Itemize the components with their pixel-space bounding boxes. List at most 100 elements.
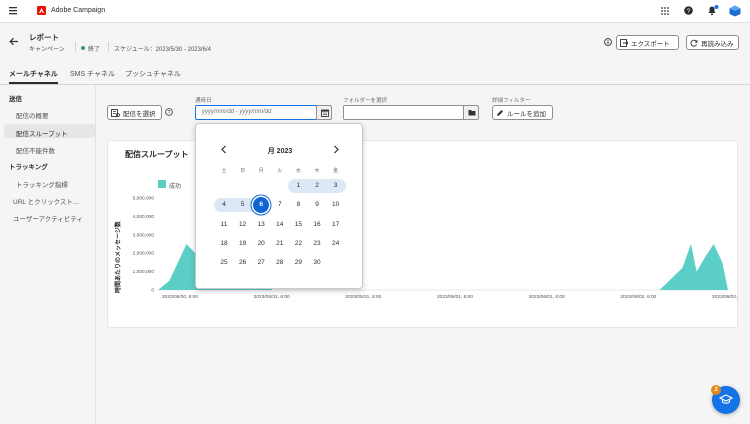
weekday-header: 水 (295, 168, 301, 174)
weekday-header: 木 (314, 168, 320, 174)
svg-text:?: ? (687, 8, 691, 15)
y-tick-label: 1,000,000 (133, 269, 155, 275)
tab-push-channel[interactable]: プッシュチャネル (125, 69, 181, 79)
export-button[interactable]: エクスポート (616, 35, 679, 50)
add-rule-button[interactable]: ルールを追加 (492, 105, 553, 120)
calendar-day[interactable]: 15 (289, 218, 307, 232)
calendar-day[interactable]: 27 (252, 256, 270, 270)
calendar-day[interactable]: 20 (252, 237, 270, 251)
sidebar-item-url-clickstream[interactable]: URL とクリックスト… (13, 196, 79, 206)
calendar-day[interactable]: 28 (271, 256, 289, 270)
hamburger-menu-icon[interactable] (9, 7, 18, 15)
y-tick-label: 2,000,000 (133, 251, 155, 257)
folder-input[interactable] (343, 105, 464, 120)
x-tick-label: 2023/06/02, 6:00 (620, 294, 656, 300)
info-icon[interactable] (604, 38, 612, 46)
weekday-header: 火 (277, 168, 283, 174)
x-tick-label: 2023/05/31, 6:00 (254, 294, 290, 300)
calendar-day[interactable]: 24 (327, 237, 345, 251)
weekday-header: 日 (240, 168, 246, 174)
calendar-day[interactable]: 18 (215, 237, 233, 251)
calendar-day[interactable]: 5 (234, 198, 252, 212)
svg-text:?: ? (168, 110, 171, 116)
sidebar-item-user-activity[interactable]: ユーザーアクティビティ (13, 213, 83, 223)
calendar-day[interactable]: 26 (234, 256, 252, 270)
app-name: Adobe Campaign (51, 7, 106, 14)
calendar-button[interactable] (316, 105, 332, 120)
calendar-day[interactable]: 1 (289, 179, 307, 193)
calendar-day[interactable]: 11 (215, 218, 233, 232)
calendar-day[interactable]: 25 (215, 256, 233, 270)
calendar-day[interactable]: 29 (289, 256, 307, 270)
export-label: エクスポート (631, 40, 670, 48)
calendar-icon (321, 109, 329, 117)
calendar-day[interactable]: 8 (289, 198, 307, 212)
divider (75, 42, 76, 51)
calendar-day[interactable]: 9 (308, 198, 326, 212)
apps-grid-icon[interactable] (661, 7, 669, 15)
pencil-icon (496, 109, 504, 117)
reload-label: 再読み込み (701, 40, 734, 48)
reload-button[interactable]: 再読み込み (686, 35, 739, 50)
y-tick-label: 3,000,000 (133, 232, 155, 238)
y-tick-label: 0 (151, 288, 154, 294)
page-subtitle: キャンペーン (29, 47, 65, 53)
page-header: レポート キャンペーン 終了 スケジュール：2023/5/30 - 2023/6… (0, 23, 750, 65)
weekday-header: 金 (333, 168, 339, 174)
graduation-cap-icon (719, 394, 733, 405)
folder-label: フォルダーを選択 (343, 98, 388, 104)
status-text: 終了 (88, 47, 101, 53)
x-tick-label: 2023/06/01, 6:00 (437, 294, 473, 300)
weekday-header: 土 (221, 168, 227, 174)
calendar-day[interactable]: 2 (308, 179, 326, 193)
folder-button[interactable] (463, 105, 479, 120)
calendar-day[interactable]: 30 (308, 256, 326, 270)
sidebar-item-delivery-throughput[interactable]: 配信スループット (16, 128, 68, 138)
back-arrow-icon[interactable] (9, 37, 19, 46)
sidebar-group-tracking: トラッキング (9, 164, 48, 171)
notification-bell-icon[interactable] (707, 5, 719, 16)
channel-tabs: メールチャネル SMS チャネル プッシュチャネル (0, 65, 750, 85)
weekday-header: 月 (258, 168, 264, 174)
x-tick-label: 2023/06/02, 6:00 (712, 294, 739, 300)
calendar-day[interactable]: 12 (234, 218, 252, 232)
refresh-icon (690, 39, 698, 47)
x-tick-label: 2023/06/01, 6:00 (529, 294, 565, 300)
help-circle-icon[interactable]: ? (165, 108, 173, 116)
date-picker-popover: 月 2023 土日月火水木金 1 2 3 4 5 6 7 8 9 10 11 12 13 14 15 16 17… (195, 123, 363, 289)
calendar-day[interactable]: 22 (289, 237, 307, 251)
sidebar-item-tracking-indicators[interactable]: トラッキング指標 (16, 179, 68, 189)
export-icon (620, 38, 628, 47)
calendar-day[interactable]: 14 (271, 218, 289, 232)
next-month-chevron-icon[interactable] (333, 145, 340, 154)
calendar-day[interactable]: 3 (327, 179, 345, 193)
date-range-input[interactable]: yyyy/mm/dd - yyyy/mm/dd (195, 105, 317, 120)
sidebar-item-non-deliverables[interactable]: 配信不能件数 (16, 145, 55, 155)
status-dot-icon (81, 46, 85, 50)
help-icon[interactable]: ? (684, 6, 693, 15)
select-delivery-button[interactable]: 配信を選択 (107, 105, 162, 120)
calendar-day[interactable]: 13 (252, 218, 270, 232)
adobe-logo-icon (37, 6, 46, 15)
y-tick-label: 4,000,000 (133, 214, 155, 220)
advanced-filter-label: 詳細フィルター (492, 98, 531, 104)
top-bar: Adobe Campaign ? (0, 0, 750, 23)
calendar-day[interactable]: 10 (327, 198, 345, 212)
sidebar-item-delivery-summary[interactable]: 配信の概要 (16, 110, 49, 120)
user-avatar-icon[interactable] (729, 5, 741, 17)
active-tab-indicator (9, 82, 58, 84)
calendar-day[interactable]: 17 (327, 218, 345, 232)
x-tick-label: 2023/05/31, 6:00 (345, 294, 381, 300)
calendar-day[interactable]: 19 (234, 237, 252, 251)
page-title: レポート (29, 33, 59, 42)
schedule-text: スケジュール：2023/5/30 - 2023/6/4 (114, 47, 211, 53)
tab-email-channel[interactable]: メールチャネル (9, 69, 58, 79)
date-label: 通時日 (195, 98, 212, 104)
calendar-day[interactable]: 4 (215, 198, 233, 212)
calendar-day[interactable]: 7 (271, 198, 289, 212)
tab-sms-channel[interactable]: SMS チャネル (70, 69, 115, 79)
calendar-day[interactable]: 23 (308, 237, 326, 251)
calendar-day[interactable]: 16 (308, 218, 326, 232)
calendar-day[interactable]: 21 (271, 237, 289, 251)
sidebar-group-sending: 送信 (9, 96, 22, 103)
